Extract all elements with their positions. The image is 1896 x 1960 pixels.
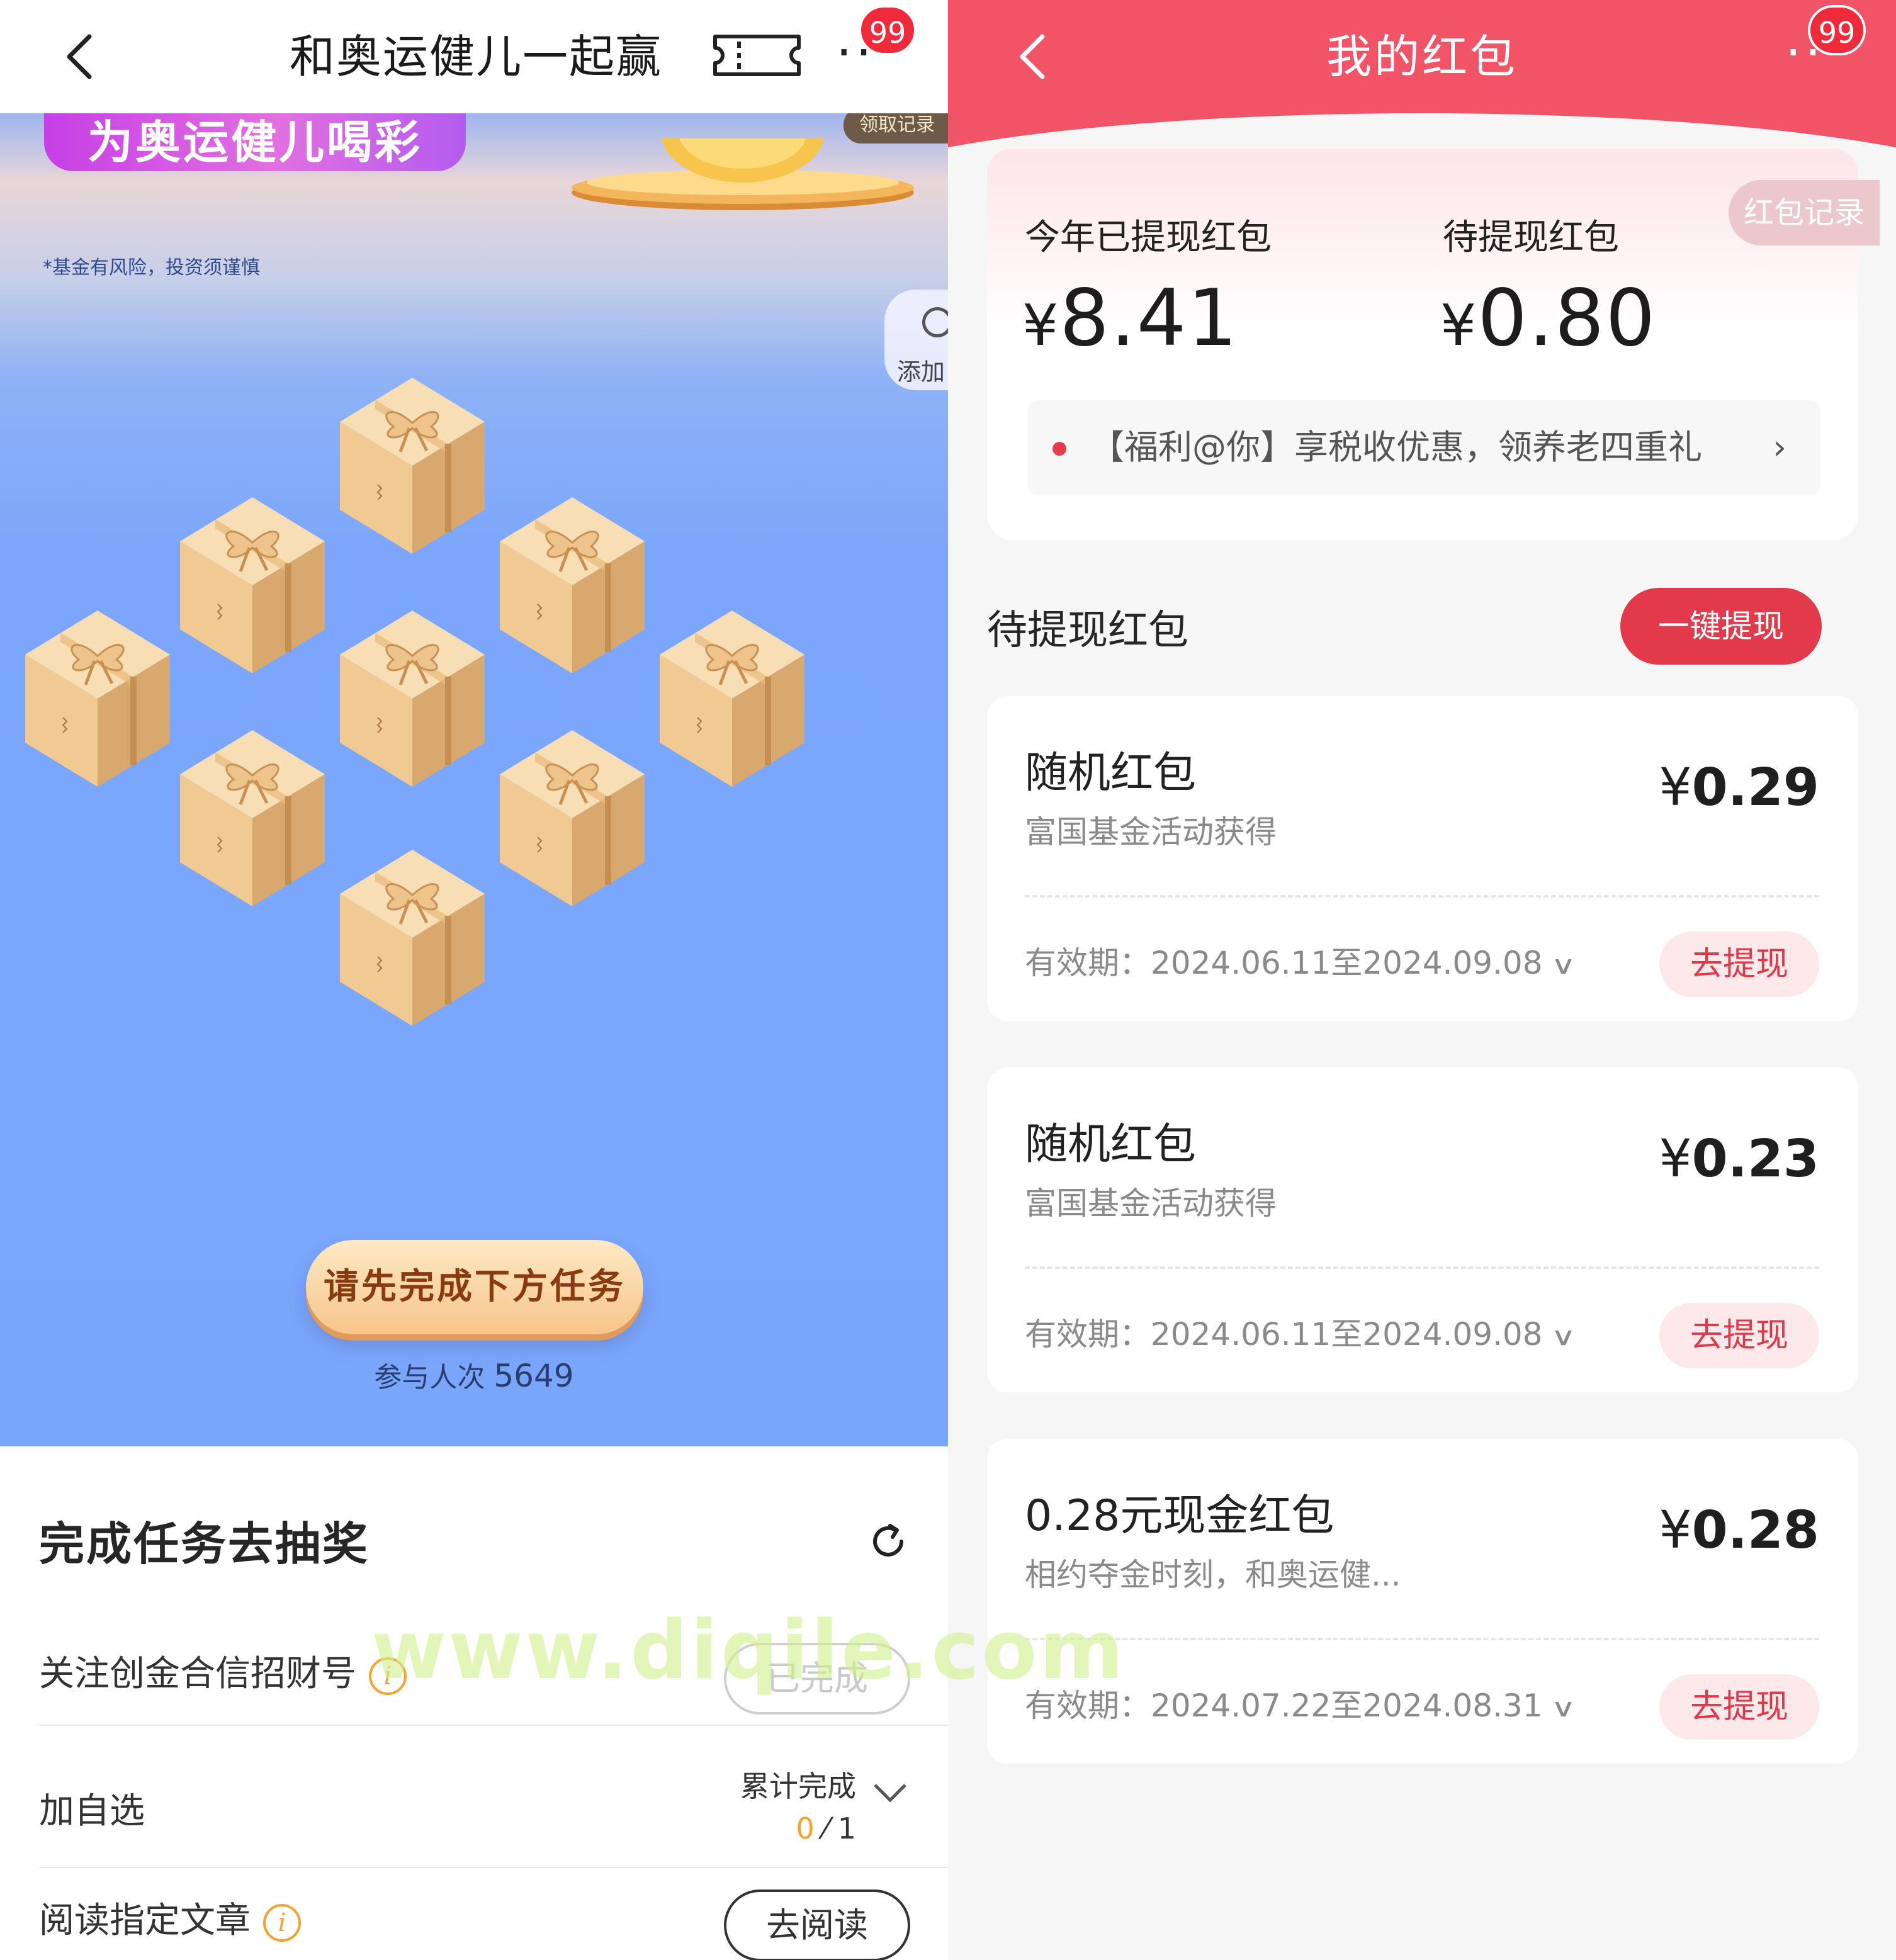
task-name: 阅读指定文章 i xyxy=(39,1896,301,1946)
risk-disclaimer: *基金有风险，投资须谨慎 xyxy=(43,257,260,279)
redpacket-summary-card: 今年已提现红包 待提现红包 ¥8.41 ¥0.80 红包记录 【福利@你】享税收… xyxy=(987,149,1880,540)
withdrawn-amount: ¥8.41 xyxy=(1022,273,1239,364)
task-progress: 累计完成 0 ⁄ 1 xyxy=(692,1764,856,1845)
chevron-down-icon[interactable] xyxy=(871,1780,909,1805)
pending-amount: ¥0.80 xyxy=(1440,273,1657,364)
ticket-icon[interactable] xyxy=(711,33,803,78)
lottery-hero: 为奥运健儿喝彩 领取记录 *基金有风险，投资须谨慎 添加 请先完成下方任务 参与… xyxy=(0,107,948,1446)
withdraw-button[interactable]: 去提现 xyxy=(1659,1674,1819,1740)
back-arrow-icon[interactable] xyxy=(50,25,113,88)
redpacket-record-button[interactable]: 红包记录 xyxy=(1729,180,1880,245)
coin-podium-illustration xyxy=(572,138,914,210)
task-row: 阅读指定文章 i 去阅读 xyxy=(39,1890,948,1960)
participants-label: 参与人次 xyxy=(374,1361,485,1394)
dashed-divider xyxy=(1025,895,1819,898)
promo-notice[interactable]: 【福利@你】享税收优惠，领养老四重礼 › xyxy=(1027,400,1820,495)
withdrawn-label: 今年已提现红包 xyxy=(1025,217,1272,258)
pending-label: 待提现红包 xyxy=(1443,217,1619,258)
divider xyxy=(39,1725,948,1726)
redpacket-source: 富国基金活动获得 xyxy=(1025,1185,1277,1222)
redpacket-source: 富国基金活动获得 xyxy=(1025,814,1277,850)
redpacket-name: 随机红包 xyxy=(1025,748,1197,798)
redpacket-amount: ¥0.29 xyxy=(1659,758,1820,818)
chevron-down-icon: ∨ xyxy=(1550,951,1576,980)
withdraw-button[interactable]: 去提现 xyxy=(1659,1303,1819,1368)
redpacket-amount: ¥0.23 xyxy=(1659,1129,1820,1189)
divider xyxy=(39,1867,948,1868)
participants-number: 5649 xyxy=(494,1358,574,1394)
withdraw-button[interactable]: 去提现 xyxy=(1659,932,1819,997)
validity-period[interactable]: 有效期：2024.06.11至2024.09.08 ∨ xyxy=(1025,938,1576,991)
chevron-right-icon: › xyxy=(1773,427,1786,467)
redpacket-card: 0.28元现金红包 相约夺金时刻，和奥运健... ¥0.28 有效期：2024.… xyxy=(987,1439,1858,1764)
notification-badge: 99 xyxy=(1808,5,1866,55)
redpacket-name: 随机红包 xyxy=(1025,1120,1197,1169)
read-article-button[interactable]: 去阅读 xyxy=(724,1890,910,1960)
red-dot-icon xyxy=(1052,442,1066,456)
redpacket-amount: ¥0.28 xyxy=(1659,1501,1820,1560)
task-name: 加自选 xyxy=(39,1791,145,1832)
dashed-divider xyxy=(1025,1266,1819,1269)
top-nav-bar: 和奥运健儿一起赢 ··· 99 xyxy=(0,0,948,113)
refresh-icon[interactable] xyxy=(867,1521,909,1562)
dashed-divider xyxy=(1025,1638,1819,1640)
task-panel-title: 完成任务去抽奖 xyxy=(39,1518,370,1570)
validity-period[interactable]: 有效期：2024.06.11至2024.09.08 ∨ xyxy=(1025,1309,1576,1362)
participant-count: 参与人次 5649 xyxy=(0,1355,948,1395)
site-watermark: www.diqile.com xyxy=(371,1604,1126,1698)
clock-icon xyxy=(922,307,948,337)
page-title: 和奥运健儿一起赢 xyxy=(290,30,663,83)
redpacket-source: 相约夺金时刻，和奥运健... xyxy=(1025,1557,1401,1593)
event-banner: 为奥运健儿喝彩 xyxy=(44,113,466,171)
task-name: 关注创金合信招财号 i xyxy=(39,1649,407,1699)
notification-badge: 99 xyxy=(859,5,917,55)
redpacket-card: 随机红包 富国基金活动获得 ¥0.29 有效期：2024.06.11至2024.… xyxy=(987,696,1858,1021)
progress-label: 累计完成 xyxy=(740,1769,856,1803)
info-icon[interactable]: i xyxy=(263,1903,301,1942)
redpacket-card: 随机红包 富国基金活动获得 ¥0.23 有效期：2024.06.11至2024.… xyxy=(987,1067,1858,1392)
add-shortcut[interactable]: 添加 xyxy=(884,290,948,390)
one-key-withdraw-button[interactable]: 一键提现 xyxy=(1620,588,1822,665)
redpacket-name: 0.28元现金红包 xyxy=(1025,1491,1335,1541)
gift-box-grid xyxy=(25,378,925,1164)
progress-fraction: 0 ⁄ 1 xyxy=(796,1811,857,1845)
chevron-down-icon: ∨ xyxy=(1550,1322,1576,1351)
page-title: 我的红包 xyxy=(1326,30,1518,83)
pending-section-title: 待提现红包 xyxy=(987,607,1188,654)
task-panel: 完成任务去抽奖 关注创金合信招财号 i 已完成 加自选 累计完成 0 ⁄ 1 阅读… xyxy=(0,1446,948,1960)
notice-text: 【福利@你】享税收优惠，领养老四重礼 xyxy=(1090,427,1702,467)
task-row: 加自选 累计完成 0 ⁄ 1 xyxy=(39,1764,948,1858)
complete-tasks-button[interactable]: 请先完成下方任务 xyxy=(306,1240,643,1334)
chevron-down-icon: ∨ xyxy=(1550,1694,1576,1723)
